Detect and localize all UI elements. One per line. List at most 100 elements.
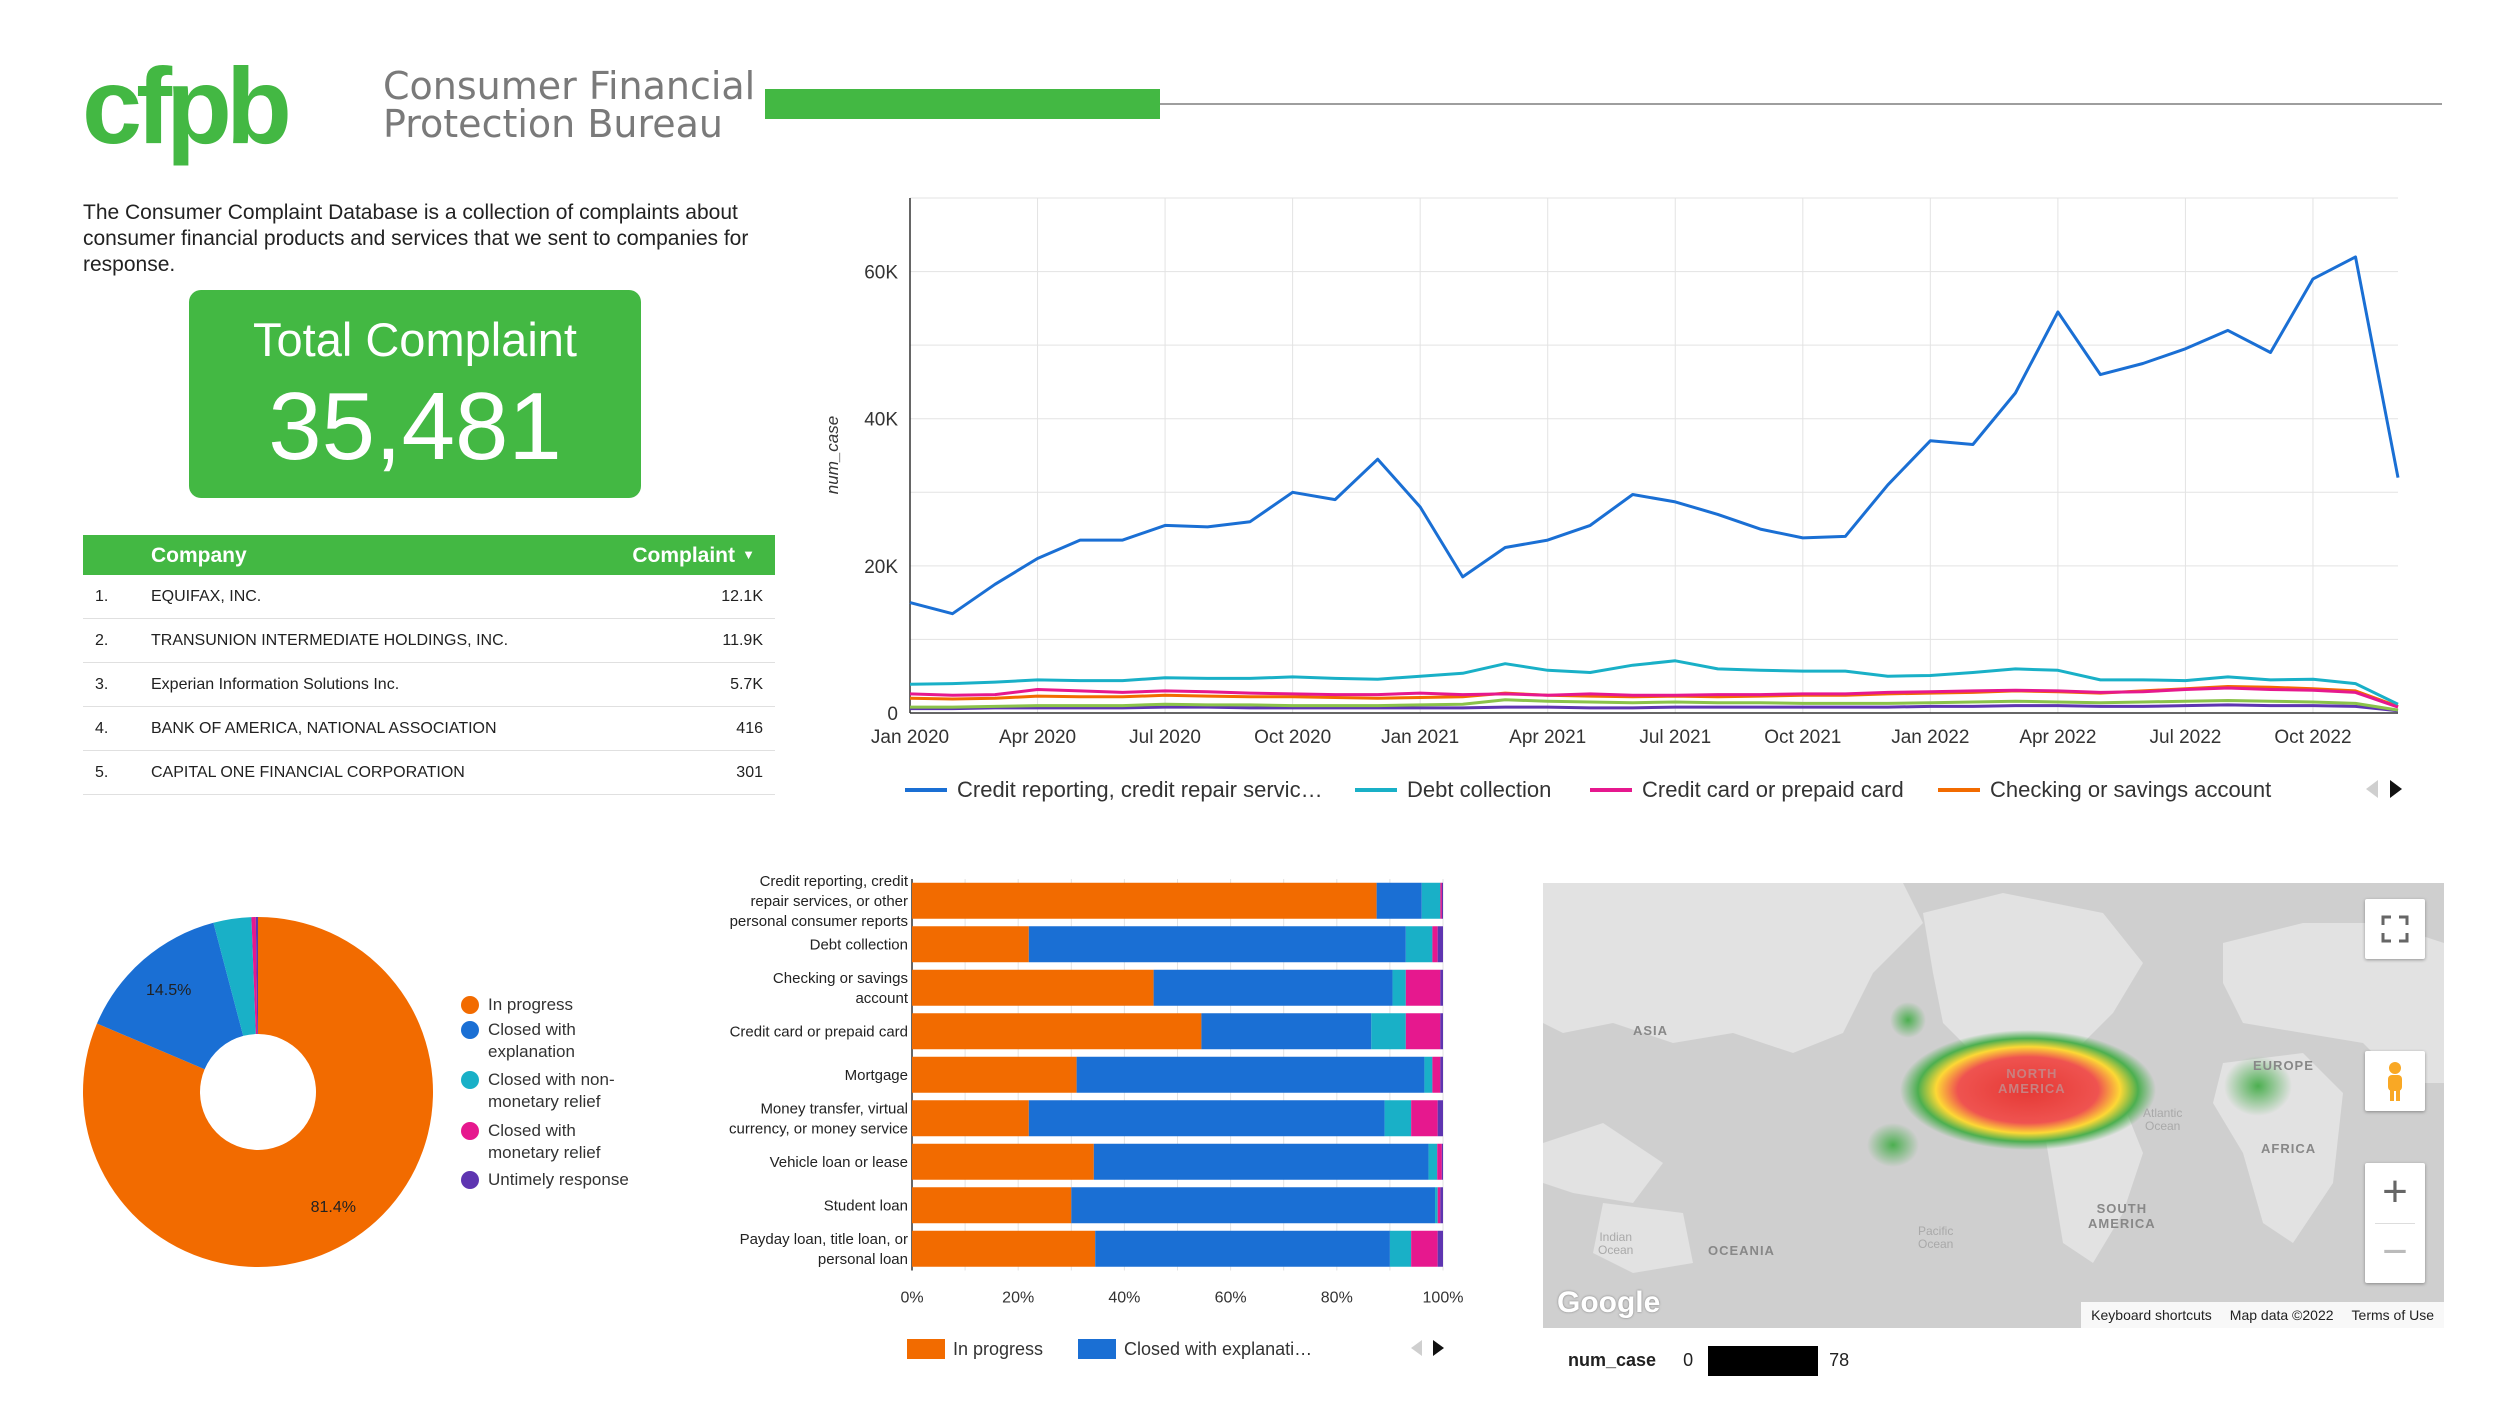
bar-segment-untimely-response[interactable] [1440, 1056, 1443, 1093]
street-view-pegman-button[interactable] [2365, 1051, 2425, 1111]
bar-segment-untimely-response[interactable] [1437, 926, 1443, 963]
terms-of-use-link[interactable]: Terms of Use [2352, 1307, 2434, 1323]
y-tick-label: 40K [864, 410, 898, 431]
scale-max: 78 [1829, 1349, 1850, 1370]
category-label: personal consumer reports [730, 913, 908, 930]
bar-segment-closed-with-explanation[interactable] [1153, 969, 1393, 1006]
legend-item[interactable]: In progress [953, 1339, 1043, 1359]
bar-segment-closed-with-explanation[interactable] [1028, 1100, 1385, 1137]
product-status-stacked-bar-chart[interactable]: Credit reporting, credit repair services,… [700, 860, 1480, 1360]
fullscreen-button[interactable] [2365, 899, 2425, 959]
complaint-heat-map[interactable]: ASIA NORTH AMERICA EUROPE AFRICA SOUTH A… [1543, 883, 2444, 1328]
bar-segment-in-progress[interactable] [912, 1187, 1072, 1224]
bar-segment-closed-with-non-monetary-relief[interactable] [1424, 1056, 1433, 1093]
legend-item[interactable]: Closed with explanati… [1124, 1339, 1312, 1359]
scale-gradient-bar [1708, 1346, 1819, 1376]
total-complaint-scorecard[interactable]: Total Complaint 35,481 [189, 290, 641, 498]
bar-segment-closed-with-non-monetary-relief[interactable] [1384, 1100, 1412, 1137]
legend-swatch [461, 1071, 479, 1089]
table-row[interactable]: 5. CAPITAL ONE FINANCIAL CORPORATION 301 [83, 751, 775, 795]
legend-item[interactable]: Closed with non- [488, 1070, 615, 1089]
zoom-out-button[interactable]: − [2365, 1223, 2425, 1283]
bar-segment-in-progress[interactable] [912, 926, 1029, 963]
bar-segment-closed-with-explanation[interactable] [1201, 1013, 1372, 1050]
bar-segment-closed-with-monetary-relief[interactable] [1405, 969, 1441, 1006]
bar-segment-closed-with-monetary-relief[interactable] [1432, 926, 1438, 963]
category-label: Payday loan, title loan, or [740, 1231, 908, 1248]
table-row[interactable]: 3. Experian Information Solutions Inc. 5… [83, 663, 775, 707]
bar-segment-closed-with-explanation[interactable] [1028, 926, 1406, 963]
bar-segment-closed-with-non-monetary-relief[interactable] [1435, 1187, 1438, 1224]
bar-segment-untimely-response[interactable] [1441, 1143, 1443, 1180]
bar-segment-closed-with-explanation[interactable] [1093, 1143, 1429, 1180]
legend-next-icon[interactable] [1433, 1340, 1444, 1356]
bar-segment-in-progress[interactable] [912, 1013, 1202, 1050]
bar-segment-closed-with-non-monetary-relief[interactable] [1405, 926, 1433, 963]
legend-item[interactable]: Closed with [488, 1020, 576, 1039]
legend-item[interactable]: monetary relief [488, 1143, 601, 1162]
legend-prev-icon[interactable] [2366, 780, 2378, 798]
zoom-in-button[interactable]: + [2365, 1163, 2425, 1223]
complaint-column-header[interactable]: Complaint [632, 544, 735, 568]
bar-segment-closed-with-non-monetary-relief[interactable] [1428, 1143, 1438, 1180]
keyboard-shortcuts-link[interactable]: Keyboard shortcuts [2091, 1307, 2212, 1323]
legend-next-icon[interactable] [2390, 780, 2402, 798]
legend-item[interactable]: Credit reporting, credit repair servic… [957, 777, 1323, 802]
legend-item[interactable]: Debt collection [1407, 777, 1551, 802]
bar-segment-untimely-response[interactable] [1440, 1013, 1443, 1050]
bar-segment-untimely-response[interactable] [1440, 969, 1443, 1006]
legend-prev-icon[interactable] [1411, 1340, 1422, 1356]
bar-segment-closed-with-non-monetary-relief[interactable] [1421, 882, 1441, 919]
legend-item[interactable]: In progress [488, 995, 573, 1014]
bar-segment-in-progress[interactable] [912, 1100, 1029, 1137]
legend-item[interactable]: Closed with [488, 1121, 576, 1140]
bar-segment-closed-with-monetary-relief[interactable] [1437, 1187, 1441, 1224]
legend-item[interactable]: monetary relief [488, 1092, 601, 1111]
bar-segment-in-progress[interactable] [912, 1143, 1094, 1180]
bar-segment-untimely-response[interactable] [1437, 1100, 1443, 1137]
company-complaint-table[interactable]: Company Complaint ▼ 1. EQUIFAX, INC. 12.… [83, 535, 775, 795]
legend-item[interactable]: Checking or savings account [1990, 777, 2271, 802]
bar-segment-closed-with-monetary-relief[interactable] [1405, 1013, 1441, 1050]
table-row[interactable]: 4. BANK OF AMERICA, NATIONAL ASSOCIATION… [83, 707, 775, 751]
sort-desc-icon[interactable]: ▼ [742, 547, 755, 562]
bar-segment-closed-with-monetary-relief[interactable] [1440, 882, 1442, 919]
total-complaint-label: Total Complaint [253, 313, 577, 366]
bar-segment-closed-with-monetary-relief[interactable] [1437, 1143, 1442, 1180]
bar-segment-closed-with-non-monetary-relief[interactable] [1389, 1230, 1412, 1267]
bar-segment-untimely-response[interactable] [1440, 1187, 1443, 1224]
category-label: Mortgage [845, 1067, 908, 1084]
bar-segment-closed-with-non-monetary-relief[interactable] [1392, 969, 1406, 1006]
legend-item[interactable]: explanation [488, 1042, 575, 1061]
bar-segment-closed-with-monetary-relief[interactable] [1411, 1230, 1438, 1267]
table-row[interactable]: 2. TRANSUNION INTERMEDIATE HOLDINGS, INC… [83, 619, 775, 663]
bar-segment-in-progress[interactable] [912, 882, 1377, 919]
bar-segment-closed-with-non-monetary-relief[interactable] [1371, 1013, 1406, 1050]
series-line-credit-reporting-credit-repair-servic[interactable] [909, 255, 2400, 616]
company-column-header[interactable]: Company [151, 544, 247, 568]
x-tick-label: Jan 2021 [1381, 727, 1459, 748]
bar-segment-closed-with-explanation[interactable] [1076, 1056, 1425, 1093]
bar-segment-in-progress[interactable] [912, 1056, 1077, 1093]
legend-swatch [461, 1171, 479, 1189]
row-index: 5. [95, 764, 109, 781]
bar-segment-closed-with-monetary-relief[interactable] [1432, 1056, 1441, 1093]
bar-segment-untimely-response[interactable] [1437, 1230, 1443, 1267]
legend-item[interactable]: Credit card or prepaid card [1642, 777, 1904, 802]
map-ocean-atlantic: Atlantic Ocean [2143, 1106, 2183, 1133]
y-tick-label: 0 [887, 704, 898, 725]
bar-segment-closed-with-explanation[interactable] [1095, 1230, 1390, 1267]
x-tick-label: Jan 2020 [871, 727, 949, 748]
bar-segment-closed-with-monetary-relief[interactable] [1411, 1100, 1438, 1137]
bar-segment-closed-with-explanation[interactable] [1071, 1187, 1436, 1224]
legend-item[interactable]: Untimely response [488, 1170, 629, 1189]
status-donut-chart[interactable]: 81.4% 14.5% In progress Closed with explana… [60, 880, 780, 1300]
table-row[interactable]: 1. EQUIFAX, INC. 12.1K [83, 575, 775, 619]
complaints-over-time-line-chart[interactable]: 0 20K 40K 60K Jan 2020 Apr 2020 Jul 2020 Oct 20… [800, 180, 2450, 820]
bar-segment-untimely-response[interactable] [1441, 882, 1443, 919]
bar-segment-in-progress[interactable] [912, 1230, 1096, 1267]
scale-min: 0 [1683, 1349, 1694, 1370]
bar-segment-in-progress[interactable] [912, 969, 1154, 1006]
bar-segment-closed-with-explanation[interactable] [1376, 882, 1422, 919]
map-label-europe: EUROPE [2253, 1058, 2314, 1073]
